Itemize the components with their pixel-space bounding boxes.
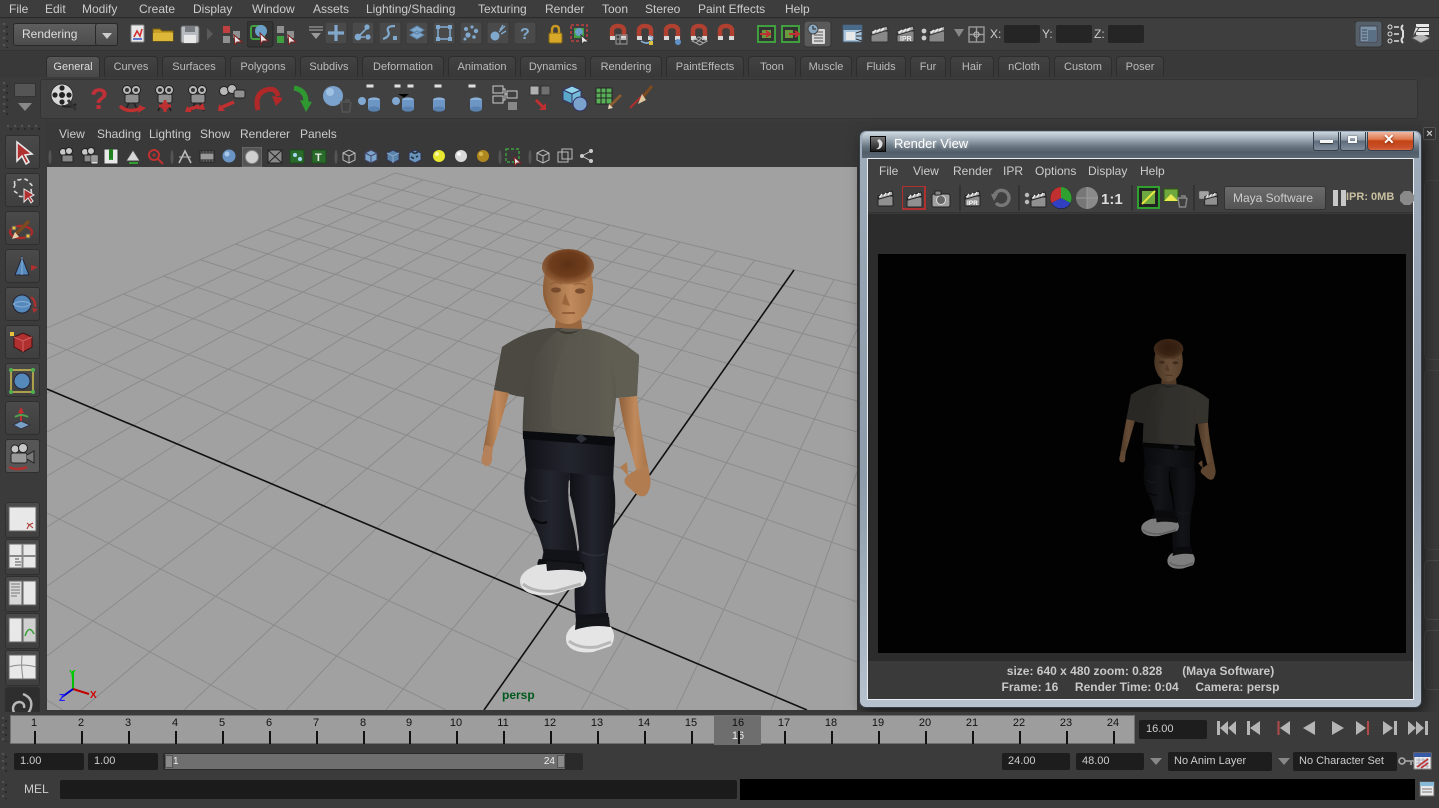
svg-text:1:1: 1:1: [1101, 191, 1123, 208]
svg-text:?: ?: [90, 83, 108, 114]
svg-text:T: T: [315, 152, 322, 164]
svg-text:IPR: IPR: [967, 200, 978, 207]
svg-text:IPR: IPR: [900, 36, 912, 43]
svg-text:Z: Z: [59, 693, 65, 703]
svg-text:?: ?: [520, 26, 530, 43]
svg-text:Y: Y: [69, 669, 76, 680]
svg-text:X: X: [90, 690, 97, 701]
